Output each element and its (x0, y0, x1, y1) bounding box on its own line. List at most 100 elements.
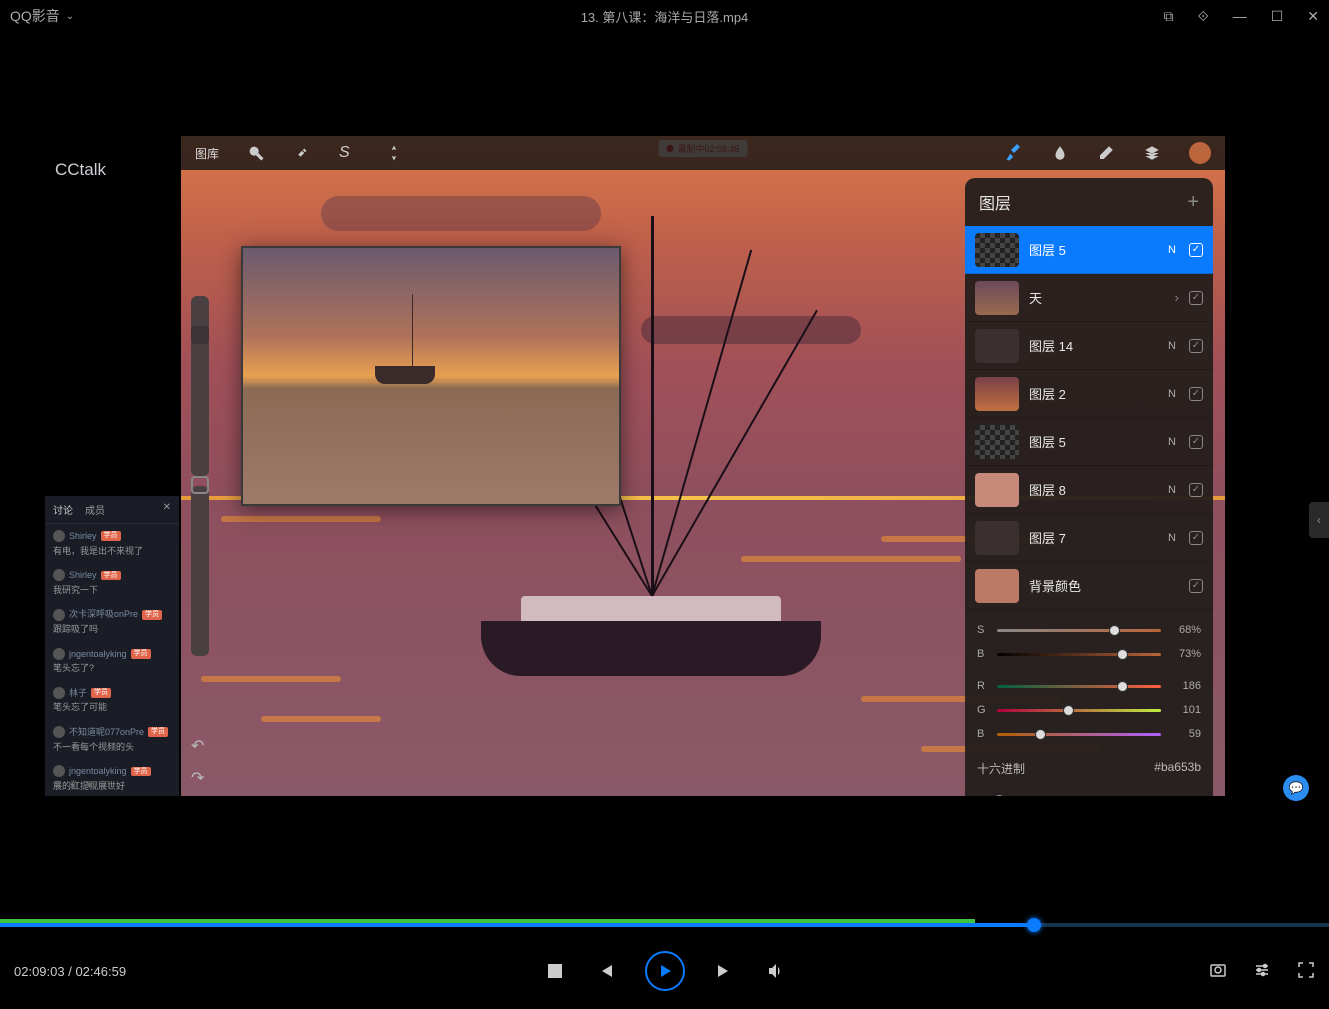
wand-icon[interactable] (293, 144, 311, 162)
username: Shirley (69, 530, 97, 543)
slider-track[interactable] (997, 685, 1161, 688)
layers-panel: 图层 + 图层 5 N 天 › 图层 14 N 图层 2 N 图层 5 N 图层… (965, 178, 1213, 796)
blend-mode[interactable]: N (1165, 340, 1179, 352)
chat-tab-members[interactable]: 成员 (85, 502, 105, 517)
add-layer-icon[interactable]: + (1187, 191, 1199, 214)
slider-track[interactable] (997, 653, 1161, 656)
chat-message: 林子学员笔头忘了可能 (45, 681, 179, 720)
slider-value: 73% (1169, 648, 1201, 660)
reference-photo[interactable] (241, 246, 621, 506)
layer-row[interactable]: 天 › (965, 274, 1213, 322)
redo-icon[interactable]: ↷ (191, 768, 204, 788)
app-name[interactable]: QQ影音 (10, 6, 60, 26)
seek-bar[interactable] (0, 923, 1329, 927)
hex-label: 十六进制 (977, 760, 1025, 777)
layer-row[interactable]: 图层 2 N (965, 370, 1213, 418)
slider-knob[interactable] (1117, 681, 1128, 692)
slider-track[interactable] (997, 733, 1161, 736)
visibility-checkbox[interactable] (1189, 579, 1203, 593)
visibility-checkbox[interactable] (1189, 339, 1203, 353)
stop-button[interactable] (545, 961, 565, 981)
wrench-icon[interactable] (247, 144, 265, 162)
slider-track[interactable] (997, 709, 1161, 712)
settings-icon[interactable] (1253, 961, 1271, 982)
slider-knob[interactable] (1035, 729, 1046, 740)
volume-icon[interactable] (765, 961, 785, 981)
layers-icon[interactable] (1143, 144, 1161, 162)
color-swatch[interactable] (1189, 142, 1211, 164)
opacity-slider[interactable] (191, 486, 209, 656)
image-icon[interactable]: ▣ (86, 779, 95, 790)
harmony-picker-icon[interactable]: ⊁ (1079, 791, 1099, 796)
brush-icon[interactable] (1005, 144, 1023, 162)
classic-picker-icon[interactable]: ◼ (1034, 791, 1054, 796)
file-title: 13. 第八课：海洋与日落.mp4 (581, 7, 749, 26)
message-bubble-icon[interactable]: 💬 (1283, 775, 1309, 801)
value-picker-icon[interactable]: ≡ (1124, 791, 1144, 796)
slider-knob[interactable] (1063, 705, 1074, 716)
play-button[interactable] (645, 951, 685, 991)
pip-icon[interactable]: ⧉ (1164, 8, 1174, 25)
palette-picker-icon[interactable]: ⊞ (1169, 791, 1189, 796)
layer-row[interactable]: 图层 14 N (965, 322, 1213, 370)
square-tool-icon[interactable] (191, 476, 209, 494)
maximize-icon[interactable]: ☐ (1271, 8, 1284, 25)
blend-mode[interactable]: N (1165, 484, 1179, 496)
transform-icon[interactable] (385, 144, 403, 162)
modifier-button[interactable] (191, 326, 209, 344)
visibility-checkbox[interactable] (1189, 243, 1203, 257)
layer-row[interactable]: 图层 8 N (965, 466, 1213, 514)
layer-row[interactable]: 图层 5 N (965, 226, 1213, 274)
group-arrow-icon[interactable]: › (1175, 290, 1179, 305)
blend-mode[interactable]: N (1165, 244, 1179, 256)
visibility-checkbox[interactable] (1189, 387, 1203, 401)
visibility-checkbox[interactable] (1189, 531, 1203, 545)
slider-label: B (977, 648, 989, 660)
hex-value[interactable]: #ba653b (1154, 760, 1201, 777)
layer-row[interactable]: 图层 5 N (965, 418, 1213, 466)
fullscreen-icon[interactable] (1297, 961, 1315, 982)
layer-row[interactable]: 背景颜色 (965, 562, 1213, 610)
visibility-checkbox[interactable] (1189, 291, 1203, 305)
select-icon[interactable]: S (339, 144, 357, 162)
layer-name: 图层 5 (1029, 240, 1155, 259)
visibility-checkbox[interactable] (1189, 483, 1203, 497)
pin-icon[interactable]: ⟐ (1198, 8, 1209, 25)
user-badge: 学员 (148, 727, 168, 737)
gallery-button[interactable]: 图库 (195, 145, 219, 162)
snapshot-icon[interactable] (1209, 961, 1227, 982)
blend-mode[interactable]: N (1165, 436, 1179, 448)
side-expand-icon[interactable]: ‹ (1309, 502, 1329, 538)
layer-row[interactable]: 图层 7 N (965, 514, 1213, 562)
eraser-icon[interactable] (1097, 144, 1115, 162)
next-button[interactable] (715, 961, 735, 981)
emoji-icon[interactable]: ✿ (53, 779, 61, 790)
chat-tab-discuss[interactable]: 讨论 (53, 502, 73, 517)
close-icon[interactable]: ✕ (1307, 8, 1319, 25)
disc-picker-icon[interactable]: ◯ (989, 791, 1009, 796)
smudge-icon[interactable] (1051, 144, 1069, 162)
more-icon[interactable]: ⊡ (102, 779, 110, 790)
prev-button[interactable] (595, 961, 615, 981)
mention-icon[interactable]: @ (69, 779, 78, 790)
undo-icon[interactable]: ↶ (191, 736, 204, 756)
brush-size-slider[interactable] (191, 296, 209, 476)
blend-mode[interactable]: N (1165, 532, 1179, 544)
chat-close-icon[interactable]: ✕ (163, 502, 171, 517)
slider-knob[interactable] (1109, 625, 1120, 636)
blend-mode[interactable]: N (1165, 388, 1179, 400)
panel-title: 图层 (979, 190, 1011, 214)
layer-name: 图层 8 (1029, 480, 1155, 499)
boat-painting (481, 566, 821, 676)
procreate-canvas: ↶ ↷ 录制中02:08:45 图层 + 图层 5 N 天 › 图层 14 N … (181, 136, 1225, 796)
layer-thumb (975, 233, 1019, 267)
avatar (53, 569, 65, 581)
app-menu-chevron-icon[interactable]: ⌄ (66, 11, 74, 22)
seek-handle[interactable] (1027, 918, 1041, 932)
slider-track[interactable] (997, 629, 1161, 632)
chat-message: 次卡深呼吸onPre学员跟踪吸了吗 (45, 602, 179, 641)
username: Shirley (69, 569, 97, 582)
visibility-checkbox[interactable] (1189, 435, 1203, 449)
minimize-icon[interactable]: — (1233, 8, 1247, 25)
slider-knob[interactable] (1117, 649, 1128, 660)
